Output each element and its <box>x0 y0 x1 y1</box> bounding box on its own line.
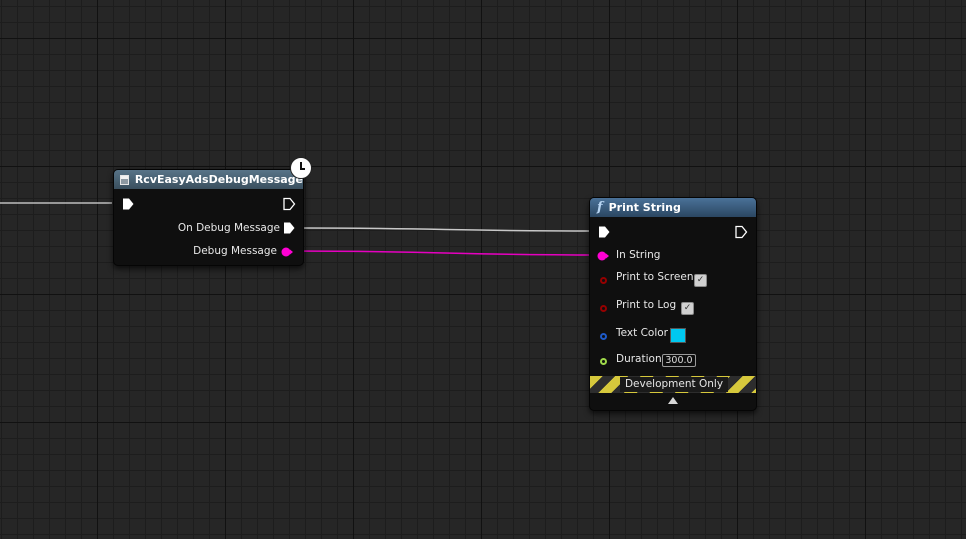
event-node-rcv-easy-ads-debug-message[interactable]: RcvEasyAdsDebugMessage On Debug Message … <box>113 169 304 266</box>
text-color-pin-icon[interactable] <box>600 333 607 340</box>
development-only-bar: Development Only <box>590 376 756 393</box>
exec-output-pin-icon[interactable] <box>282 197 296 211</box>
on-debug-message-exec-pin-icon[interactable] <box>282 221 296 235</box>
print-exec-output-pin-icon[interactable] <box>734 225 748 239</box>
event-node-header[interactable]: RcvEasyAdsDebugMessage <box>114 170 303 189</box>
collapse-arrow-icon[interactable] <box>668 397 678 404</box>
in-string-pin-icon[interactable] <box>596 249 610 263</box>
duration-pin-icon[interactable] <box>600 358 607 365</box>
print-to-screen-pin-icon[interactable] <box>600 277 607 284</box>
print-node-header[interactable]: f Print String <box>590 198 756 217</box>
debug-message-string-pin-icon[interactable] <box>280 245 294 259</box>
print-string-node[interactable]: f Print String In String Print to Screen… <box>589 197 757 411</box>
function-icon: f <box>597 200 603 215</box>
wires-layer <box>0 202 599 256</box>
print-node-title: Print String <box>608 201 681 214</box>
event-node-title: RcvEasyAdsDebugMessage <box>134 173 303 186</box>
event-icon <box>120 174 129 185</box>
text-color-label: Text Color <box>616 327 668 339</box>
string-wire-debug-message[interactable] <box>290 250 599 256</box>
print-to-log-pin-icon[interactable] <box>600 305 607 312</box>
in-string-label: In String <box>616 249 661 261</box>
print-to-log-label: Print to Log <box>616 299 677 311</box>
duration-label: Duration <box>616 353 662 365</box>
exec-input-pin-icon[interactable] <box>121 197 135 211</box>
print-exec-input-pin-icon[interactable] <box>597 225 611 239</box>
debug-message-label: Debug Message <box>193 245 277 257</box>
clock-icon <box>290 157 312 179</box>
exec-wire-on-debug-message[interactable] <box>295 227 596 232</box>
print-to-screen-label: Print to Screen <box>616 271 694 283</box>
print-to-screen-checkbox[interactable]: ✓ <box>694 274 707 287</box>
development-only-label: Development Only <box>620 377 728 392</box>
on-debug-message-label: On Debug Message <box>177 222 280 234</box>
print-to-log-checkbox[interactable]: ✓ <box>681 302 694 315</box>
text-color-swatch[interactable] <box>670 328 686 343</box>
duration-input[interactable]: 300.0 <box>662 354 696 367</box>
